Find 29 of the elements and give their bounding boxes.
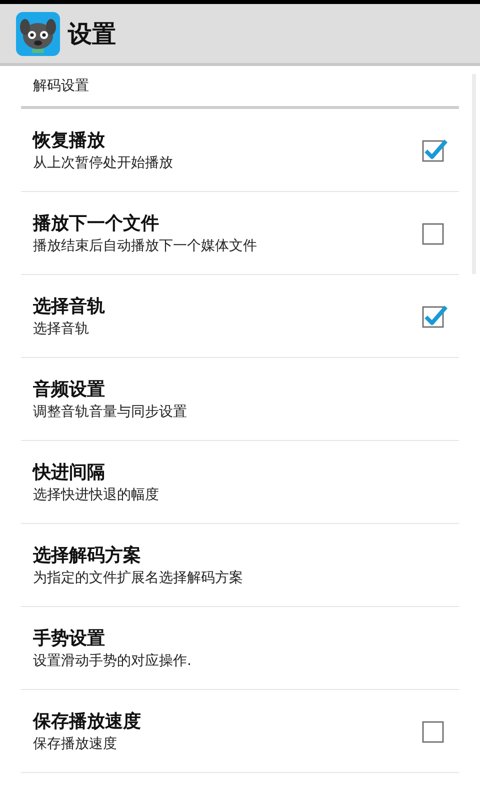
preference-item[interactable]: 恢复播放 从上次暂停处开始播放 [21, 109, 459, 192]
preference-item[interactable]: 选择解码方案 为指定的文件扩展名选择解码方案 [21, 524, 459, 607]
checkbox[interactable] [422, 138, 448, 162]
preference-title: 保存播放速度 [33, 710, 141, 733]
preference-item[interactable]: 手势设置 设置滑动手势的对应操作. [21, 607, 459, 690]
preference-summary: 设置滑动手势的对应操作. [33, 652, 192, 670]
preference-summary: 选择快进快退的幅度 [33, 486, 159, 504]
preference-title: 选择解码方案 [33, 544, 142, 567]
preference-item[interactable]: 播放下一个文件 播放结束后自动播放下一个媒体文件 [21, 192, 459, 275]
preference-summary: 保存播放速度 [33, 735, 118, 753]
screen-title: 设置 [68, 18, 116, 50]
preference-summary: 选择音轨 [33, 320, 90, 338]
preference-title: 播放下一个文件 [33, 212, 160, 235]
preference-summary: 为指定的文件扩展名选择解码方案 [33, 569, 243, 587]
preference-item[interactable]: 选择音轨 选择音轨 [21, 275, 459, 358]
preference-title: 选择音轨 [33, 295, 105, 318]
checkbox[interactable] [422, 304, 448, 328]
preference-summary: 播放结束后自动播放下一个媒体文件 [33, 237, 257, 255]
preference-summary: 从上次暂停处开始播放 [33, 154, 173, 172]
category-header: 解码设置 [21, 66, 459, 109]
preference-title: 快进间隔 [33, 461, 106, 484]
preference-title: 手势设置 [33, 627, 106, 650]
preference-title: 恢复播放 [33, 129, 106, 152]
preference-summary: 调整音轨音量与同步设置 [33, 403, 187, 421]
preference-item[interactable]: 快进间隔 选择快进快退的幅度 [21, 441, 459, 524]
preference-title: 音频设置 [33, 378, 106, 401]
preference-item[interactable]: 保存播放速度 保存播放速度 [21, 690, 459, 773]
app-icon[interactable] [16, 12, 60, 56]
preference-item[interactable]: 音频设置 调整音轨音量与同步设置 [21, 358, 459, 441]
